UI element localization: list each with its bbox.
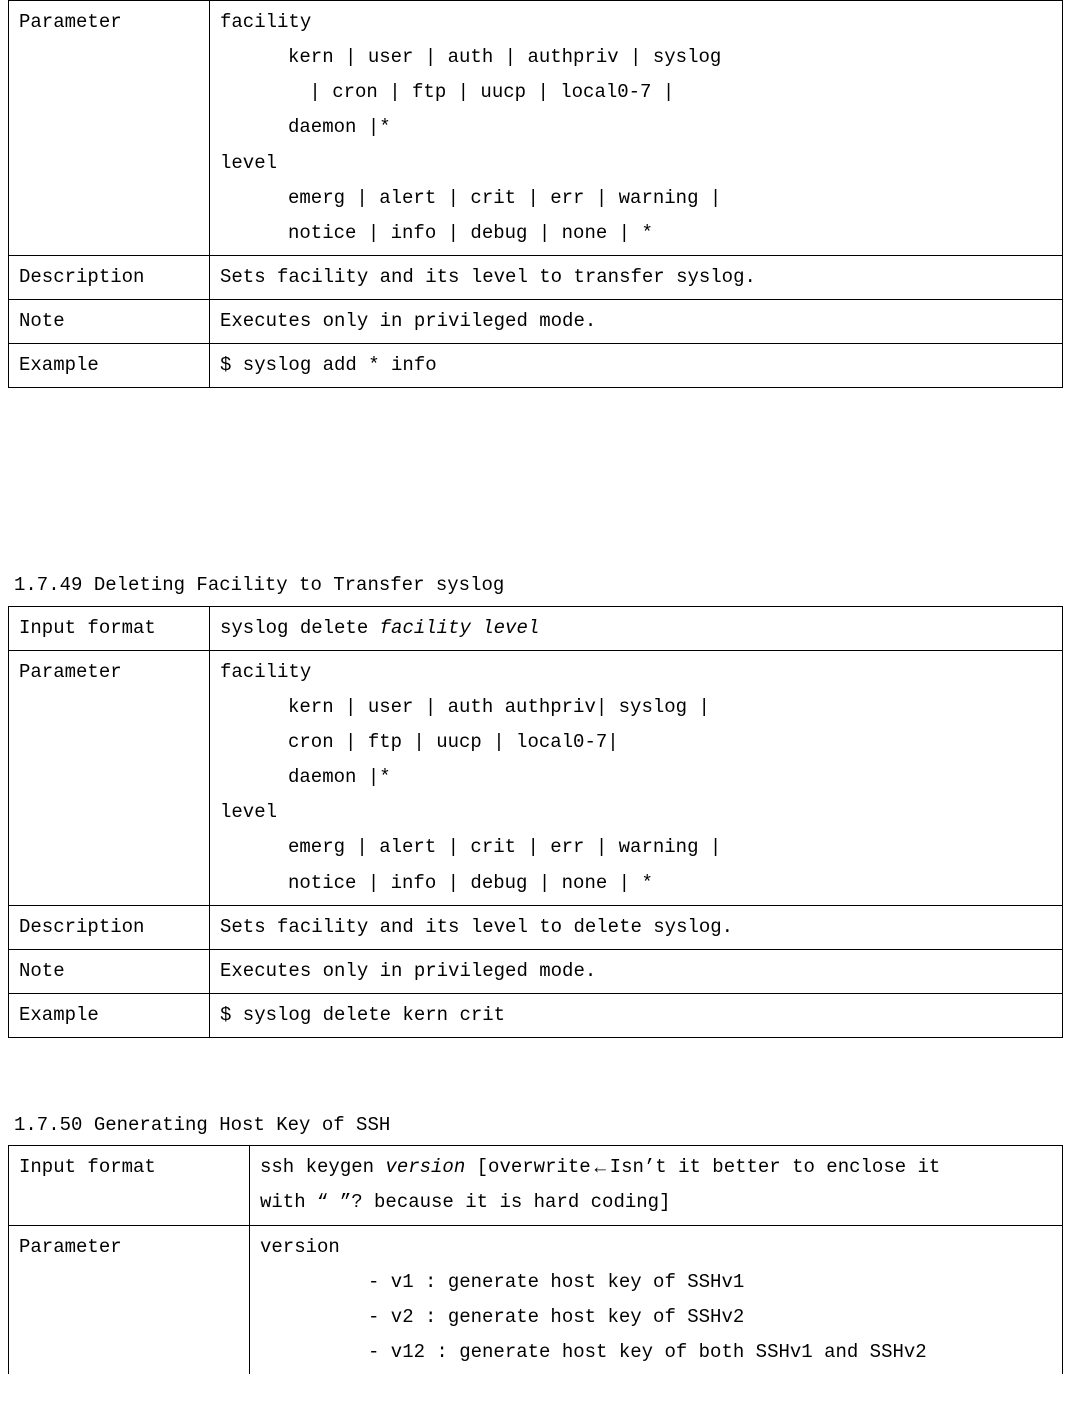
- cell-example: $ syslog delete kern crit: [210, 993, 1063, 1037]
- param-version-word: version: [260, 1236, 340, 1258]
- param-facility-line2: cron | ftp | uucp | local0-7|: [220, 725, 1052, 760]
- param-level-line1: emerg | alert | crit | err | warning |: [220, 181, 1052, 216]
- cell-input-format: syslog delete facility level: [210, 606, 1063, 650]
- command-table-ssh-keygen: Input format ssh keygen version [overwri…: [8, 1145, 1063, 1374]
- input-format-tail2: with “ ”? because it is hard coding]: [260, 1191, 670, 1213]
- cell-description: Sets facility and its level to transfer …: [210, 255, 1063, 299]
- cell-input-format: ssh keygen version [overwrite←Isn’t it b…: [250, 1146, 1063, 1225]
- input-format-mid: [overwrite: [465, 1156, 590, 1178]
- param-v12: - v12 : generate host key of both SSHv1 …: [260, 1335, 1052, 1370]
- input-format-arg: version: [385, 1156, 465, 1178]
- param-level-line2: notice | info | debug | none | *: [220, 216, 1052, 251]
- cell-parameter: facility kern | user | auth authpriv| sy…: [210, 650, 1063, 905]
- row-label-input-format: Input format: [9, 1146, 250, 1225]
- cell-parameter: version - v1 : generate host key of SSHv…: [250, 1225, 1063, 1374]
- row-label-description: Description: [9, 905, 210, 949]
- param-level-line2: notice | info | debug | none | *: [220, 866, 1052, 901]
- param-level-line1: emerg | alert | crit | err | warning |: [220, 830, 1052, 865]
- row-label-example: Example: [9, 344, 210, 388]
- command-table-syslog-add: Parameter facility kern | user | auth | …: [8, 0, 1063, 388]
- row-label-note: Note: [9, 300, 210, 344]
- input-format-prefix: syslog delete: [220, 617, 380, 639]
- cell-note: Executes only in privileged mode.: [210, 949, 1063, 993]
- row-label-parameter: Parameter: [9, 650, 210, 905]
- cell-example: $ syslog add * info: [210, 344, 1063, 388]
- param-level-word: level: [220, 152, 277, 174]
- param-facility-line3: daemon |*: [220, 760, 1052, 795]
- left-arrow-icon: ←: [591, 1158, 610, 1177]
- row-label-input-format: Input format: [9, 606, 210, 650]
- param-facility-word: facility: [220, 661, 311, 683]
- param-facility-line3: daemon |*: [220, 110, 1052, 145]
- cell-description: Sets facility and its level to delete sy…: [210, 905, 1063, 949]
- input-format-tail1: Isn’t it better to enclose it: [610, 1156, 941, 1178]
- row-label-parameter: Parameter: [9, 1225, 250, 1374]
- param-facility-word: facility: [220, 11, 311, 33]
- row-label-parameter: Parameter: [9, 1, 210, 256]
- section-heading-1-7-50: 1.7.50 Generating Host Key of SSH: [8, 1108, 1063, 1143]
- param-v1: - v1 : generate host key of SSHv1: [260, 1265, 1052, 1300]
- row-label-example: Example: [9, 993, 210, 1037]
- param-v2: - v2 : generate host key of SSHv2: [260, 1300, 1052, 1335]
- section-heading-1-7-49: 1.7.49 Deleting Facility to Transfer sys…: [8, 568, 1063, 603]
- input-format-args: facility level: [380, 617, 540, 639]
- cell-note: Executes only in privileged mode.: [210, 300, 1063, 344]
- command-table-syslog-delete: Input format syslog delete facility leve…: [8, 606, 1063, 1039]
- cell-parameter: facility kern | user | auth | authpriv |…: [210, 1, 1063, 256]
- row-label-note: Note: [9, 949, 210, 993]
- param-facility-line1: kern | user | auth authpriv| syslog |: [220, 690, 1052, 725]
- row-label-description: Description: [9, 255, 210, 299]
- param-level-word: level: [220, 801, 277, 823]
- param-facility-line2: | cron | ftp | uucp | local0-7 |: [220, 75, 1052, 110]
- param-facility-line1: kern | user | auth | authpriv | syslog: [220, 40, 1052, 75]
- input-format-prefix: ssh keygen: [260, 1156, 385, 1178]
